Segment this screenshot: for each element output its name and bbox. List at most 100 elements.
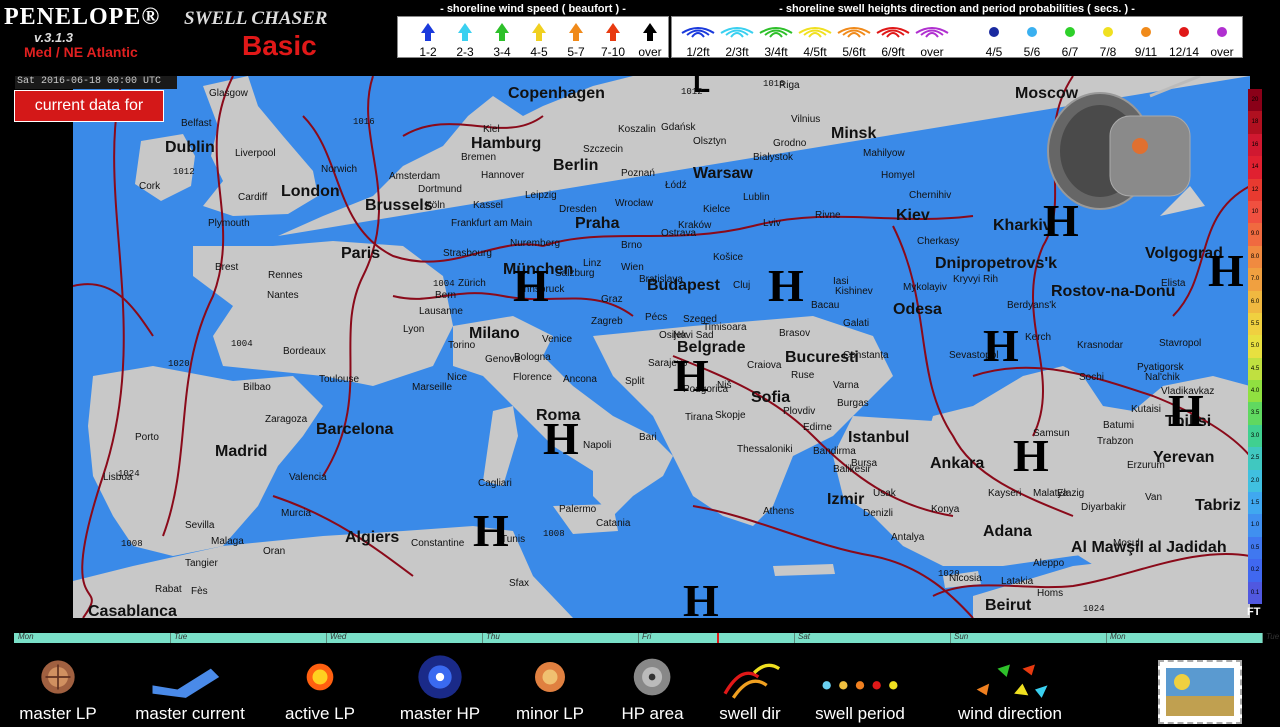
swell-height-label: 6/9ft <box>881 45 905 59</box>
timeline-day-label[interactable]: Mon <box>1110 632 1126 641</box>
city-label: Kishinev <box>835 286 873 297</box>
high-pressure-marker[interactable]: H <box>543 413 579 464</box>
timeline-current-marker[interactable] <box>717 633 719 643</box>
current-data-button[interactable]: current data for <box>14 90 164 122</box>
high-pressure-marker[interactable]: H <box>1208 245 1244 296</box>
city-label-major: Adana <box>983 523 1032 540</box>
hp-area-icon <box>610 652 695 702</box>
city-label: Zagreb <box>591 316 623 327</box>
city-label: Vilnius <box>791 114 820 125</box>
city-label: Homyel <box>881 170 915 181</box>
city-label: Homs <box>1037 588 1063 599</box>
wind-legend-item: over <box>628 19 672 59</box>
city-label: Valencia <box>289 472 327 483</box>
swell-height-legend-item: 3/4ft <box>754 19 798 59</box>
timeline-day-label[interactable]: Sun <box>954 632 968 641</box>
timeline-day-label[interactable]: Tue <box>174 632 187 641</box>
city-label: Aleppo <box>1033 558 1065 569</box>
scale-tick: 4.5 <box>1248 357 1262 381</box>
period-dot-icon <box>1217 27 1227 37</box>
city-label: Berdyans'k <box>1007 300 1057 311</box>
scale-tick: 20 <box>1248 89 1262 112</box>
city-label: Košice <box>713 252 743 263</box>
timeline-day-label[interactable]: Sat <box>798 632 810 641</box>
swell-arcs-icon <box>720 27 754 38</box>
weather-map[interactable]: Copenhagen Dublin Hamburg Berlin Warsaw Minsk… <box>73 76 1250 618</box>
plan-label: Basic <box>242 30 317 61</box>
timeline-day-label[interactable]: Thu <box>486 632 500 641</box>
legend-active-lp: active LP <box>270 652 370 723</box>
city-label: Bandirma <box>813 446 856 457</box>
wind-arrow-icon <box>606 23 620 33</box>
legend-label: master HP <box>399 704 481 723</box>
city-label: Bratislava <box>639 274 683 285</box>
timeline-day-divider <box>638 633 639 643</box>
timeline-day-label[interactable]: Tue <box>1266 632 1279 641</box>
timeline-day-label[interactable]: Fri <box>642 632 651 641</box>
city-label: Cardiff <box>238 192 267 203</box>
satellite-icon <box>1040 76 1210 236</box>
city-label: Zaragoza <box>265 414 308 425</box>
swell-arcs-icon <box>837 27 871 38</box>
high-pressure-marker[interactable]: H <box>683 575 719 618</box>
wind-arrow-icon <box>458 23 472 33</box>
legend-swell-period: swell period <box>800 652 920 723</box>
swell-height-label: 5/6ft <box>842 45 866 59</box>
high-pressure-marker[interactable]: H <box>1013 430 1049 481</box>
timeline-day-label[interactable]: Mon <box>18 632 34 641</box>
scale-tick: 9.0 <box>1248 223 1262 246</box>
app-subtitle: SWELL CHASER <box>184 8 328 29</box>
isobar-pressure-label: 1024 <box>1083 604 1105 614</box>
forecast-timeline[interactable]: Mon Tue Wed Thu Fri Sat Sun Mon Tue <box>14 632 1279 643</box>
city-label: Liverpool <box>235 148 276 159</box>
city-label: Craiova <box>747 360 782 371</box>
legend-minor-lp: minor LP <box>505 652 595 723</box>
swell-period-legend-item: over <box>1200 19 1244 59</box>
swell-height-label: 2/3ft <box>725 45 749 59</box>
city-label-major: Hamburg <box>471 135 541 152</box>
map-timestamp: Sat 2016-06-18 00:00 UTC <box>15 76 177 89</box>
city-label: Mahilyow <box>863 148 905 159</box>
wind-arrow-icon <box>643 23 657 33</box>
timeline-day-divider <box>482 633 483 643</box>
high-pressure-marker[interactable]: H <box>983 320 1019 371</box>
swell-arcs-icon <box>681 27 715 38</box>
city-label: Dresden <box>559 204 597 215</box>
high-pressure-marker[interactable]: H <box>768 260 804 311</box>
scale-tick: 0.5 <box>1248 536 1262 560</box>
legend-master-lp: master LP <box>8 652 108 723</box>
region-label: Med / NE Atlantic <box>24 44 138 60</box>
master-hp-icon <box>380 652 500 702</box>
city-label: Antalya <box>891 532 925 543</box>
city-label: Novi Sad <box>673 330 714 341</box>
high-pressure-marker[interactable]: H <box>673 350 709 401</box>
city-label: Denizli <box>863 508 893 519</box>
postage-stamp-icon[interactable] <box>1158 660 1242 724</box>
swell-period-icon <box>800 652 920 702</box>
city-label: Bern <box>435 290 456 301</box>
high-pressure-marker[interactable]: H <box>513 260 549 311</box>
scale-tick: 2.5 <box>1248 447 1262 470</box>
brand-header: PENELOPE® SWELL CHASER v.3.1.3 Med / NE … <box>2 2 397 72</box>
minor-lp-icon <box>505 652 595 702</box>
city-label: Koszalin <box>618 124 656 135</box>
city-label: Amsterdam <box>389 171 440 182</box>
high-pressure-marker[interactable]: H <box>473 505 509 556</box>
city-label-major: Kiev <box>896 207 930 224</box>
city-label: Graz <box>601 294 623 305</box>
city-label: Strasbourg <box>443 248 492 259</box>
city-label: Marseille <box>412 382 452 393</box>
wind-arrow-icon <box>532 23 546 33</box>
city-label: Kayseri <box>988 488 1021 499</box>
timeline-day-label[interactable]: Wed <box>330 632 346 641</box>
isobar-pressure-label: 1024 <box>118 469 140 479</box>
high-pressure-marker[interactable]: H <box>1168 385 1204 436</box>
city-label: Balikesir <box>833 464 871 475</box>
city-label: Bremen <box>461 152 496 163</box>
city-label: Hannover <box>481 170 525 181</box>
city-label: Bilbao <box>243 382 271 393</box>
city-label: Varna <box>833 380 859 391</box>
scale-tick: 12 <box>1248 178 1262 201</box>
swell-height-legend-item: 6/9ft <box>871 19 915 59</box>
swell-period-label: over <box>1210 45 1234 59</box>
